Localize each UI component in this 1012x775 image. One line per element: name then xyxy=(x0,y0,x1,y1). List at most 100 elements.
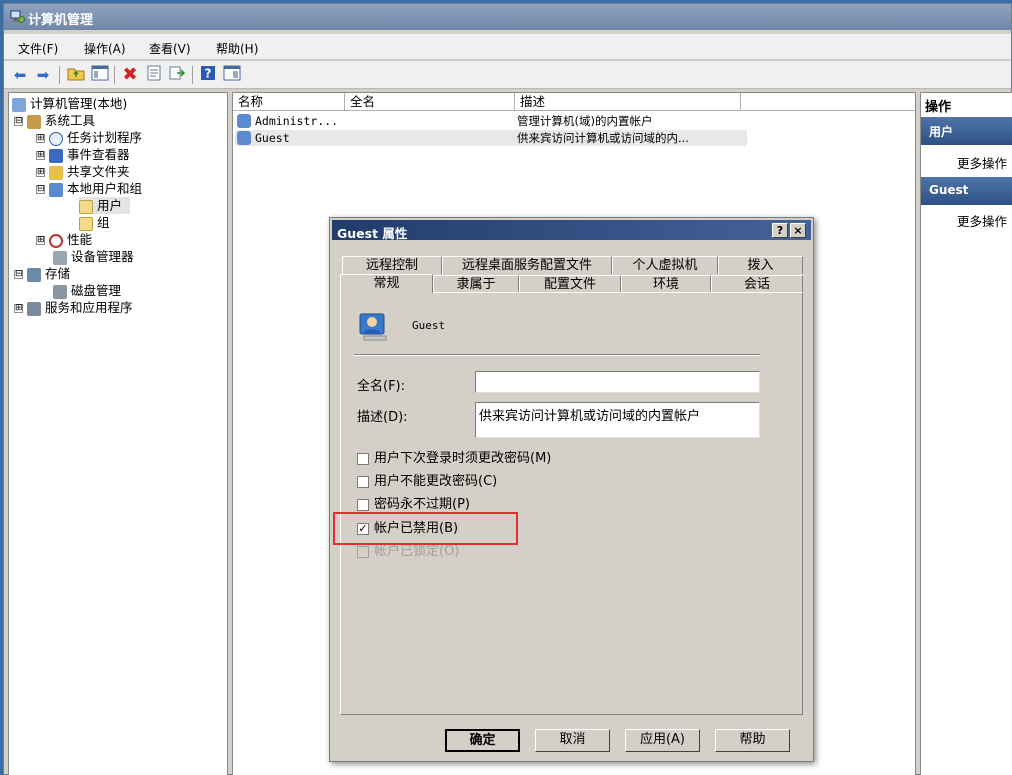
ok-button[interactable]: 确定 xyxy=(445,729,520,752)
tools-icon xyxy=(27,114,41,129)
row-description: 管理计算机(域)的内置帐户 xyxy=(517,114,653,128)
tree-item-local-users-groups[interactable]: ⊟ 本地用户和组 xyxy=(36,180,142,197)
tab-personal-virtual-machine[interactable]: 个人虚拟机 xyxy=(612,256,718,274)
column-header-fullname[interactable]: 全名 xyxy=(345,93,515,111)
delete-icon[interactable]: ✖ xyxy=(120,65,140,85)
collapse-icon[interactable]: ⊟ xyxy=(14,270,23,279)
expand-icon[interactable]: ⊞ xyxy=(36,151,45,160)
tab-remote-desktop-profile[interactable]: 远程桌面服务配置文件 xyxy=(442,256,612,274)
tree-label: 本地用户和组 xyxy=(67,181,143,196)
expand-icon[interactable]: ⊞ xyxy=(36,236,45,245)
tree-item-device-manager[interactable]: 设备管理器 xyxy=(53,248,134,265)
tab-general[interactable]: 常规 xyxy=(340,274,433,293)
view-icon[interactable] xyxy=(222,65,242,85)
tree-item-disk-management[interactable]: 磁盘管理 xyxy=(53,282,121,299)
expand-icon[interactable]: ⊞ xyxy=(36,168,45,177)
svg-text:?: ? xyxy=(205,67,212,81)
description-field[interactable]: 供来宾访问计算机或访问域的内置帐户 xyxy=(475,402,760,438)
row-name: Guest xyxy=(255,131,290,145)
tab-remote-control[interactable]: 远程控制 xyxy=(342,256,442,274)
fullname-field[interactable] xyxy=(475,371,760,393)
expand-icon[interactable]: ⊞ xyxy=(14,304,23,313)
tab-sessions[interactable]: 会话 xyxy=(711,275,803,293)
tree-item-event-viewer[interactable]: ⊞ 事件查看器 xyxy=(36,146,130,163)
tree-label: 磁盘管理 xyxy=(71,283,122,298)
device-manager-icon xyxy=(53,250,67,265)
tree-item-groups[interactable]: 组 xyxy=(79,214,110,231)
list-header: 名称 全名 描述 xyxy=(233,93,915,111)
tab-profile[interactable]: 配置文件 xyxy=(519,275,621,293)
menu-bar: 文件(F) 操作(A) 查看(V) 帮助(H) xyxy=(4,34,1011,60)
user-icon xyxy=(237,114,251,128)
password-never-expires-checkbox[interactable]: 密码永不过期(P) xyxy=(357,497,657,513)
tree-item-storage[interactable]: ⊟ 存储 xyxy=(14,265,70,282)
properties-icon[interactable] xyxy=(144,65,164,85)
collapse-icon[interactable]: ⊟ xyxy=(14,117,23,126)
column-header-name[interactable]: 名称 xyxy=(233,93,345,111)
tab-member-of[interactable]: 隶属于 xyxy=(433,275,519,293)
menu-action[interactable]: 操作(A) xyxy=(84,40,126,57)
export-icon[interactable] xyxy=(167,65,187,85)
menu-file[interactable]: 文件(F) xyxy=(18,40,58,57)
toolbar-separator xyxy=(114,66,115,84)
tree-item-performance[interactable]: ⊞ 性能 xyxy=(36,231,92,248)
separator-line xyxy=(354,354,760,356)
must-change-password-checkbox[interactable]: 用户下次登录时须更改密码(M) xyxy=(357,451,657,467)
menu-view[interactable]: 查看(V) xyxy=(149,40,191,57)
checkbox-label: 密码永不过期(P) xyxy=(374,497,470,512)
help-icon[interactable]: ? xyxy=(198,65,218,85)
dialog-title-bar: Guest 属性 ? × xyxy=(332,220,811,241)
checkbox-box[interactable] xyxy=(357,499,369,511)
tree-item-services-applications[interactable]: ⊞ 服务和应用程序 xyxy=(14,299,133,316)
actions-pane: 操作 用户 更多操作 Guest 更多操作 xyxy=(920,92,1012,775)
title-bar: 计算机管理 xyxy=(4,4,1011,30)
storage-icon xyxy=(27,267,41,282)
account-locked-checkbox: 帐户已锁定(O) xyxy=(357,544,657,560)
tree-label: 计算机管理(本地) xyxy=(30,96,128,111)
expand-icon[interactable]: ⊞ xyxy=(36,134,45,143)
tree-item-shared-folders[interactable]: ⊞ 共享文件夹 xyxy=(36,163,130,180)
tab-dial-in[interactable]: 拨入 xyxy=(718,256,803,274)
checkbox-label: 用户不能更改密码(C) xyxy=(374,474,498,489)
tab-environment[interactable]: 环境 xyxy=(621,275,711,293)
up-folder-icon[interactable] xyxy=(66,65,86,85)
more-actions-link[interactable]: 更多操作 xyxy=(957,153,1007,172)
actions-section-users[interactable]: 用户 xyxy=(921,117,1012,145)
checkbox-label: 帐户已锁定(O) xyxy=(374,544,460,559)
menu-help[interactable]: 帮助(H) xyxy=(216,40,258,57)
list-row-administrator[interactable]: Administr... 管理计算机(域)的内置帐户 xyxy=(235,113,747,129)
tree-label: 性能 xyxy=(67,232,93,247)
checkbox-box[interactable] xyxy=(357,476,369,488)
collapse-icon[interactable]: ⊟ xyxy=(36,185,45,194)
cancel-button[interactable]: 取消 xyxy=(535,729,610,752)
show-hide-tree-icon[interactable] xyxy=(90,65,110,85)
help-question-button[interactable]: ? xyxy=(772,223,788,238)
tree-label: 存储 xyxy=(45,266,71,281)
tree-item-computer-management[interactable]: 计算机管理(本地) xyxy=(12,95,127,112)
fullname-label: 全名(F): xyxy=(357,379,406,394)
user-avatar-icon xyxy=(359,313,387,341)
disabled-user-icon xyxy=(237,131,251,145)
tree-label: 系统工具 xyxy=(45,113,96,128)
back-arrow-icon[interactable]: ⬅ xyxy=(10,65,30,85)
forward-arrow-icon[interactable]: ➡ xyxy=(33,65,53,85)
tree-label: 任务计划程序 xyxy=(67,130,143,145)
column-header-description[interactable]: 描述 xyxy=(515,93,741,111)
tree-label: 组 xyxy=(97,215,110,230)
checkbox-box[interactable] xyxy=(357,453,369,465)
folder-icon xyxy=(79,216,93,231)
cannot-change-password-checkbox[interactable]: 用户不能更改密码(C) xyxy=(357,474,657,490)
tree-item-system-tools[interactable]: ⊟ 系统工具 xyxy=(14,112,95,129)
event-viewer-icon xyxy=(49,148,63,163)
list-row-guest[interactable]: Guest 供来宾访问计算机或访问域的内... xyxy=(235,130,747,146)
help-button[interactable]: 帮助 xyxy=(715,729,790,752)
tree-item-task-scheduler[interactable]: ⊞ 任务计划程序 xyxy=(36,129,142,146)
more-actions-link[interactable]: 更多操作 xyxy=(957,211,1007,230)
apply-button[interactable]: 应用(A) xyxy=(625,729,700,752)
actions-section-guest[interactable]: Guest xyxy=(921,177,1012,205)
computer-management-icon xyxy=(10,10,25,23)
close-button[interactable]: × xyxy=(790,223,806,238)
tree-item-users[interactable]: 用户 xyxy=(79,197,131,214)
row-description: 供来宾访问计算机或访问域的内... xyxy=(517,131,689,145)
checkbox-box xyxy=(357,546,369,558)
